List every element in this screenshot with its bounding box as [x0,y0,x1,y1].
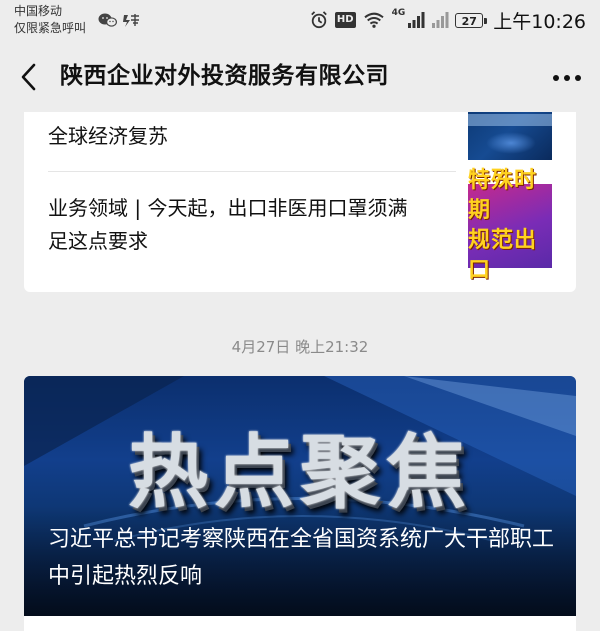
more-dots-icon[interactable] [552,74,582,82]
article-item[interactable]: 全球经济复苏 [48,120,168,153]
article-thumbnail[interactable] [468,112,552,160]
signal-icon-secondary [432,12,449,28]
next-card-edge [24,616,576,631]
signal-icon [408,12,425,28]
status-time: 上午10:26 [493,10,586,33]
alarm-icon [311,11,327,29]
thumbnail-glow-decoration [486,132,536,154]
hd-icon: HD [334,12,356,28]
article-thumbnail[interactable]: 特殊时期 规范出口 [468,168,552,283]
battery-icon: 27 [455,12,488,28]
thumbnail-text: 特殊时期 [468,168,538,223]
page-title: 陕西企业对外投资服务有限公司 [60,63,389,89]
network-type-label: 4G [391,8,406,18]
status-icons: HD 4G 27 上午10:26 [309,8,586,33]
feature-headline: 热点聚焦 [128,426,472,519]
article-list-card: 全球经济复苏 业务领域 | 今天起，出口非医用口罩须满 足这点要求 特殊时期 规… [24,112,576,292]
chevron-left-icon[interactable] [18,62,40,92]
wechat-icon [98,13,139,27]
article-title: 全球经济复苏 [48,124,168,148]
status-bar: 中国移动 仅限紧急呼叫 HD 4G 27 上午10:26 [0,0,600,40]
wifi-icon [363,12,384,28]
article-item[interactable]: 业务领域 | 今天起，出口非医用口罩须满 足这点要求 [48,192,407,258]
article-title-line: 业务领域 | 今天起，出口非医用口罩须满 [48,196,408,220]
carrier-info: 中国移动 仅限紧急呼叫 [14,3,86,37]
message-timestamp: 4月27日 晚上21:32 [231,338,369,356]
nav-bar: 陕西企业对外投资服务有限公司 [0,40,600,112]
carrier-name: 中国移动 [14,4,63,18]
thumbnail-text: 规范出口 [468,228,538,283]
feature-caption: 习近平总书记考察陕西在全省国资系统广大干部职工中引起热烈反响 [48,527,555,589]
thumbnail-banner-decoration [468,114,552,126]
article-title-line: 足这点要求 [48,229,148,253]
feature-article-card[interactable]: 热点聚焦 习近平总书记考察陕西在全省国资系统广大干部职工中引起热烈反响 [24,376,576,616]
carrier-emergency-text: 仅限紧急呼叫 [14,21,87,35]
divider [48,171,456,172]
